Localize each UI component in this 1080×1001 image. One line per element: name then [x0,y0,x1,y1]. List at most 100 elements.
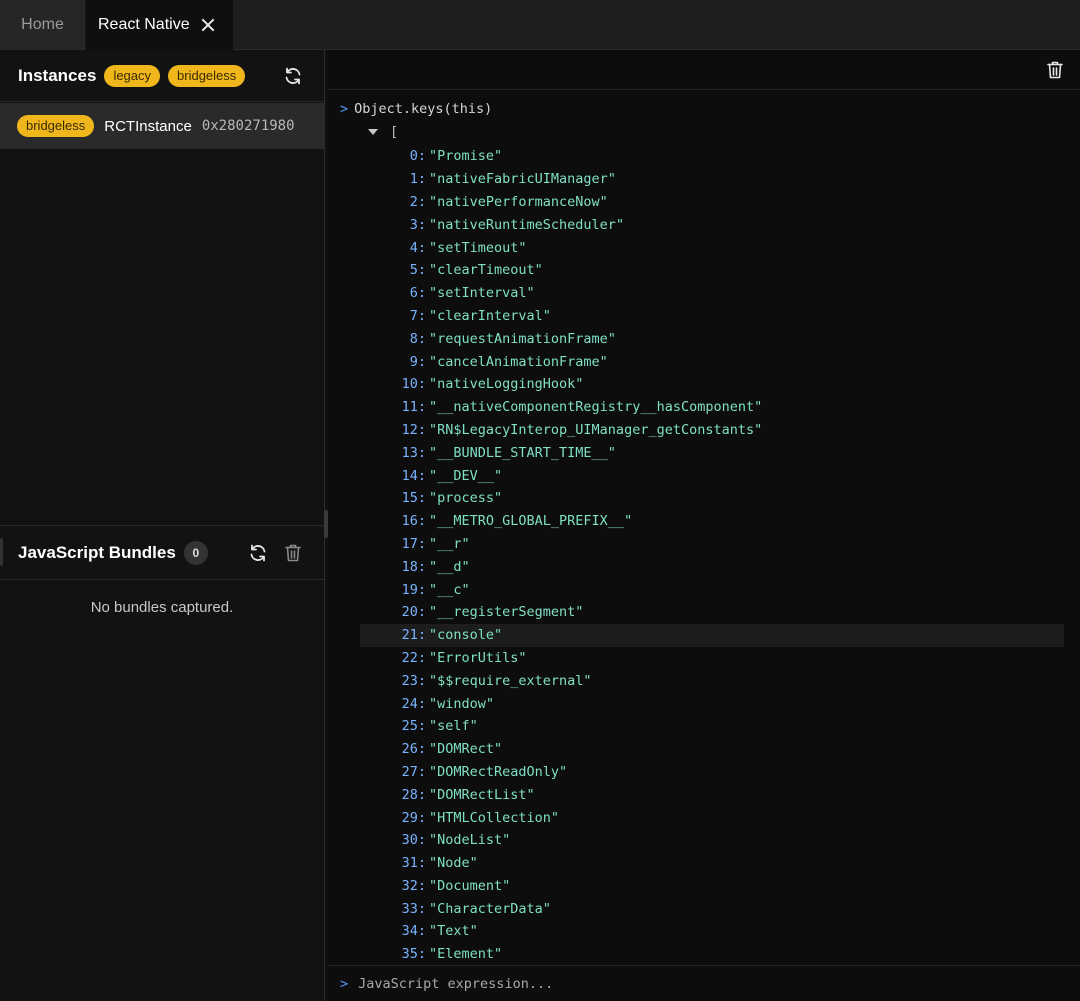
bridgeless-badge: bridgeless [168,64,246,87]
console-command: Object.keys(this) [354,101,493,117]
refresh-icon[interactable] [248,543,268,563]
entry-index: 26: [401,741,426,758]
entry-index: 12: [401,421,426,438]
entry-index: 22: [401,649,426,666]
array-entry[interactable]: 27: "DOMRectReadOnly" [360,761,1064,784]
tab-react-native-label: React Native [98,16,190,33]
array-entries: 0: "Promise" 1: "nativeFabricUIManager" 2: "n… [360,145,1064,966]
tab-home[interactable]: Home [0,0,86,50]
entry-index: 15: [401,490,426,507]
entry-value: "clearInterval" [429,307,551,324]
entry-value: "process" [429,490,503,507]
console-input-bar: > [328,965,1080,1001]
close-icon[interactable] [200,17,216,33]
entry-value: "window" [429,695,495,712]
entry-value: "__c" [429,581,470,598]
array-entry[interactable]: 8: "requestAnimationFrame" [360,327,1064,350]
array-entry[interactable]: 14: "__DEV__" [360,464,1064,487]
array-entry[interactable]: 28: "DOMRectList" [360,783,1064,806]
array-entry[interactable]: 20: "__registerSegment" [360,601,1064,624]
console-command-line: > Object.keys(this) [340,99,492,119]
tab-react-native[interactable]: React Native [86,0,233,50]
array-entry[interactable]: 5: "clearTimeout" [360,259,1064,282]
refresh-icon[interactable] [283,66,303,86]
array-entry[interactable]: 34: "Text" [360,920,1064,943]
array-entry[interactable]: 13: "__BUNDLE_START_TIME__" [360,441,1064,464]
entry-index: 32: [401,877,426,894]
chevron-down-icon[interactable] [368,129,378,135]
array-entry[interactable]: 22: "ErrorUtils" [360,647,1064,670]
array-entry[interactable]: 29: "HTMLCollection" [360,806,1064,829]
entry-value: "setTimeout" [429,239,527,256]
array-entry[interactable]: 10: "nativeLoggingHook" [360,373,1064,396]
entry-value: "RN$LegacyInterop_UIManager_getConstants… [429,421,763,438]
trash-icon[interactable] [284,543,302,563]
array-entry[interactable]: 12: "RN$LegacyInterop_UIManager_getConsta… [360,419,1064,442]
array-entry[interactable]: 4: "setTimeout" [360,236,1064,259]
javascript-expression-input[interactable] [358,975,1039,992]
array-entry[interactable]: 18: "__d" [360,555,1064,578]
array-entry[interactable]: 9: "cancelAnimationFrame" [360,350,1064,373]
array-entry[interactable]: 32: "Document" [360,875,1064,898]
bundles-title: JavaScript Bundles [18,542,176,562]
entry-index: 19: [401,581,426,598]
array-entry[interactable]: 25: "self" [360,715,1064,738]
entry-value: "setInterval" [429,285,535,302]
entry-value: "nativeFabricUIManager" [429,171,616,188]
instances-header: Instances legacy bridgeless [0,50,324,102]
entry-index: 17: [401,535,426,552]
entry-index: 30: [401,832,426,849]
entry-value: "ErrorUtils" [429,649,527,666]
bundles-count-badge: 0 [183,540,208,565]
entry-index: 18: [401,558,426,575]
no-bundles-message: No bundles captured. [90,599,234,616]
entry-index: 2: [409,193,426,210]
entry-index: 35: [401,946,426,963]
array-entry[interactable]: 35: "Element" [360,943,1064,966]
entry-value: "DOMRectList" [429,786,535,803]
entry-value: "HTMLCollection" [429,809,560,826]
entry-index: 11: [401,399,426,416]
array-entry[interactable]: 33: "CharacterData" [360,897,1064,920]
entry-value: "$$require_external" [429,672,592,689]
entry-index: 3: [409,216,426,233]
array-toggle[interactable]: [ [368,122,398,142]
array-entry[interactable]: 16: "__METRO_GLOBAL_PREFIX__" [360,510,1064,533]
tab-home-label: Home [21,16,64,33]
legacy-badge: legacy [104,64,161,87]
entry-value: "__r" [429,535,470,552]
array-entry[interactable]: 21: "console" [360,623,1064,647]
array-entry[interactable]: 11: "__nativeComponentRegistry__hasCompon… [360,396,1064,419]
entry-index: 28: [401,786,426,803]
entry-index: 6: [409,285,426,302]
entry-value: "nativePerformanceNow" [429,193,608,210]
entry-value: "nativeLoggingHook" [429,376,584,393]
array-entry[interactable]: 17: "__r" [360,533,1064,556]
console-panel: > Object.keys(this) [ 0: "Promise" 1: "nati… [328,50,1080,1001]
entry-index: 8: [409,330,426,347]
entry-value: "clearTimeout" [429,262,543,279]
array-entry[interactable]: 2: "nativePerformanceNow" [360,191,1064,214]
entry-value: "Document" [429,877,511,894]
prompt-symbol: > [340,101,349,117]
array-entry[interactable]: 26: "DOMRect" [360,738,1064,761]
array-entry[interactable]: 7: "clearInterval" [360,305,1064,328]
array-entry[interactable]: 0: "Promise" [360,145,1064,168]
array-entry[interactable]: 30: "NodeList" [360,829,1064,852]
array-entry[interactable]: 23: "$$require_external" [360,669,1064,692]
array-entry[interactable]: 6: "setInterval" [360,282,1064,305]
array-entry[interactable]: 19: "__c" [360,578,1064,601]
entry-value: "requestAnimationFrame" [429,330,616,347]
array-entry[interactable]: 24: "window" [360,692,1064,715]
instance-row[interactable]: bridgeless RCTInstance 0x280271980 [0,103,324,149]
input-prompt-symbol: > [340,975,349,992]
array-entry[interactable]: 3: "nativeRuntimeScheduler" [360,213,1064,236]
trash-icon[interactable] [1046,60,1064,80]
array-entry[interactable]: 15: "process" [360,487,1064,510]
array-entry[interactable]: 1: "nativeFabricUIManager" [360,168,1064,191]
array-entry[interactable]: 31: "Node" [360,852,1064,875]
entry-value: "__nativeComponentRegistry__hasComponent… [429,399,763,416]
instance-name: RCTInstance [104,117,192,135]
entry-value: "nativeRuntimeScheduler" [429,216,625,233]
entry-value: "CharacterData" [429,900,551,917]
